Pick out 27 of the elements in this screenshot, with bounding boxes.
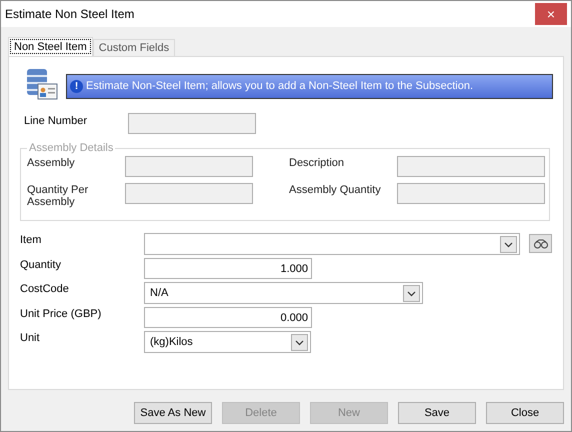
field-label: Line Number bbox=[23, 114, 88, 129]
field-label: Assembly Quantity bbox=[289, 183, 382, 196]
tab[interactable]: Non Steel Item bbox=[8, 37, 93, 56]
action-button[interactable]: Save As New bbox=[134, 402, 212, 424]
field-label: Description bbox=[289, 156, 346, 169]
input-field[interactable]: 0.000 bbox=[144, 307, 312, 328]
input-field[interactable]: 1.000 bbox=[144, 258, 312, 279]
field-label: Item bbox=[20, 233, 42, 246]
banner-text: Estimate Non-Steel Item; allows you to add a Non-Steel Item to the Subsection. bbox=[86, 80, 474, 92]
field-label: Assembly bbox=[27, 156, 76, 169]
field-label: Quantity bbox=[20, 258, 62, 271]
dropdown[interactable]: (kg)Kilos bbox=[144, 331, 311, 353]
tab[interactable]: Custom Fields bbox=[92, 39, 176, 56]
action-button[interactable]: Close bbox=[486, 402, 564, 424]
action-button[interactable]: Save bbox=[398, 402, 476, 424]
info-icon: ! bbox=[70, 80, 83, 92]
close-button[interactable]: × bbox=[535, 3, 567, 25]
field-label: CostCode bbox=[20, 282, 70, 295]
field-label: Quantity Per Assembly bbox=[27, 183, 90, 208]
binoculars-icon bbox=[532, 238, 548, 248]
group-title: Assembly Details bbox=[28, 142, 114, 154]
field-label: Unit bbox=[20, 331, 41, 344]
field-label: Unit Price (GBP) bbox=[20, 307, 102, 320]
binoculars-button[interactable] bbox=[529, 234, 552, 253]
dropdown[interactable]: N/A bbox=[144, 282, 423, 304]
database-card-icon bbox=[25, 67, 59, 101]
window-title: Estimate Non Steel Item bbox=[4, 7, 134, 21]
